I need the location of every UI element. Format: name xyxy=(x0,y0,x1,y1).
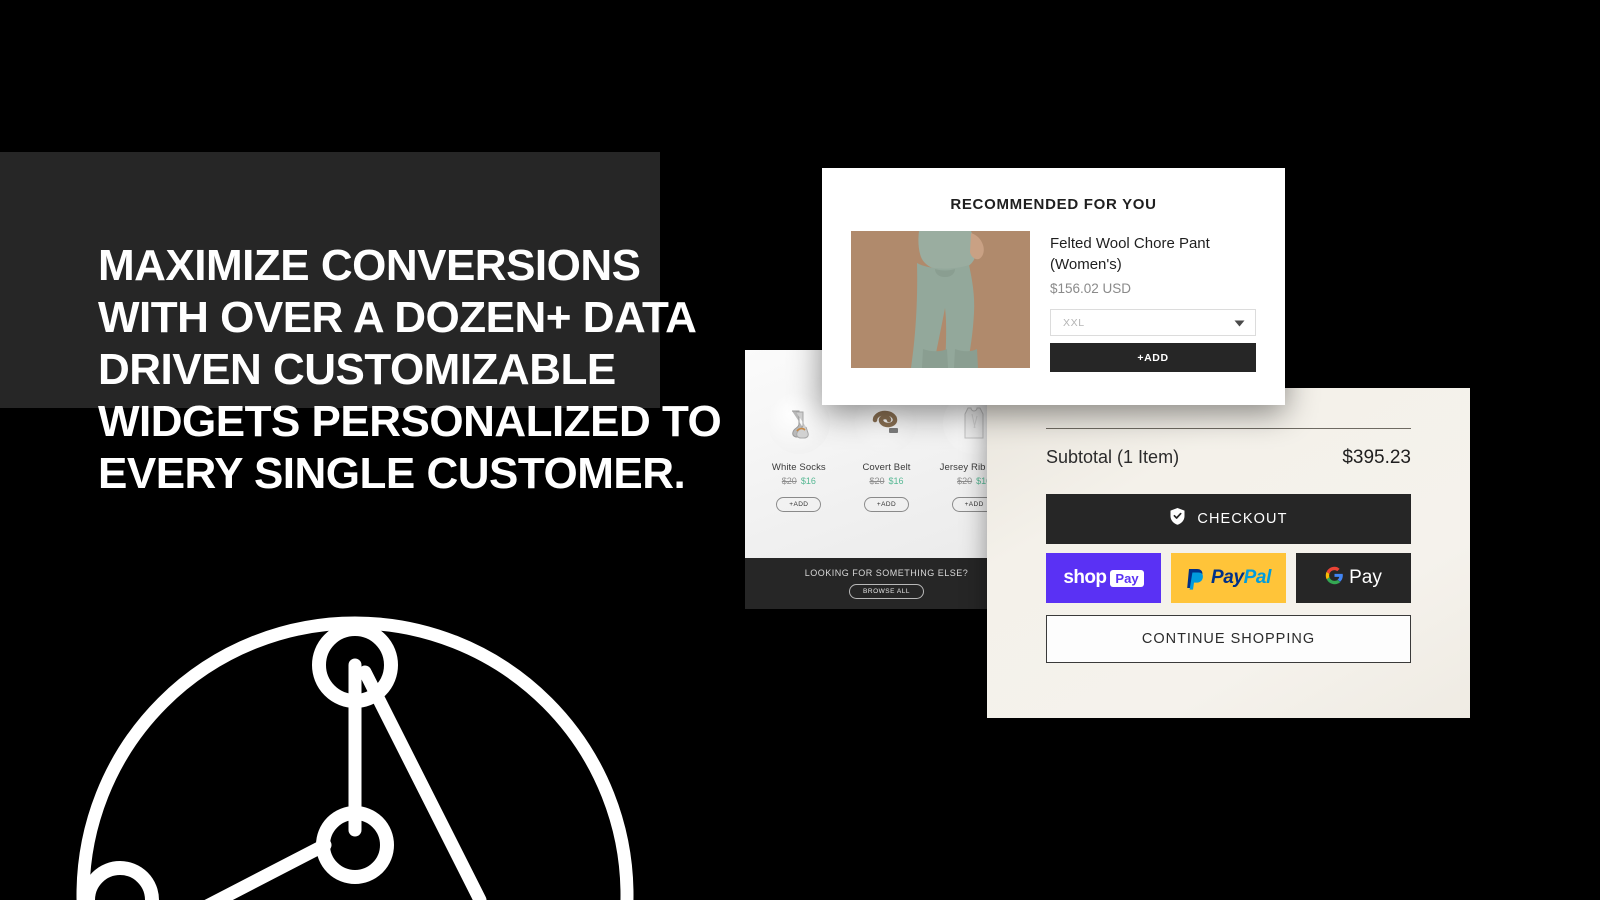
grid-item[interactable]: Covert Belt $20 $16 +ADD xyxy=(846,392,926,512)
grid-item-prices: $20 $16 xyxy=(846,476,926,486)
payment-buttons-row: shop Pay PayPal Pay xyxy=(1046,553,1411,603)
checkout-label: CHECKOUT xyxy=(1197,511,1288,527)
grid-footer: LOOKING FOR SOMETHING ELSE? BROWSE ALL xyxy=(745,558,1028,609)
checkout-button[interactable]: CHECKOUT xyxy=(1046,494,1411,544)
grid-item[interactable]: White Socks $20 $16 +ADD xyxy=(759,392,839,512)
product-image xyxy=(851,231,1030,368)
recommended-card: RECOMMENDED FOR YOU Felted Wool Chore Pa… xyxy=(822,168,1285,405)
grid-footer-label: LOOKING FOR SOMETHING ELSE? xyxy=(804,568,969,578)
price-original: $20 xyxy=(869,476,885,486)
paypal-word-pal: Pal xyxy=(1243,567,1272,588)
shop-pay-pill: Pay xyxy=(1110,569,1144,587)
grid-item-label: White Socks xyxy=(771,462,826,473)
continue-shopping-button[interactable]: CONTINUE SHOPPING xyxy=(1046,615,1411,663)
paypal-word-pay: Pay xyxy=(1211,567,1244,588)
shop-pay-button[interactable]: shop Pay xyxy=(1046,553,1161,603)
continue-shopping-label: CONTINUE SHOPPING xyxy=(1141,631,1316,647)
add-to-cart-button[interactable]: +ADD xyxy=(1050,343,1256,372)
divider xyxy=(1046,428,1411,429)
product-price: $156.02 USD xyxy=(1050,281,1132,296)
google-g-icon xyxy=(1325,566,1344,590)
size-select-value: XXL xyxy=(1063,316,1085,329)
grid-item-label: Covert Belt xyxy=(862,462,911,473)
google-pay-wordmark: Pay xyxy=(1349,567,1382,588)
price-original: $20 xyxy=(781,476,797,486)
price-original: $20 xyxy=(957,476,973,486)
paypal-icon xyxy=(1186,567,1211,590)
shop-pay-wordmark: shop xyxy=(1063,567,1107,588)
subtotal-label: Subtotal (1 Item) xyxy=(1046,447,1180,467)
subtotal-row: Subtotal (1 Item) $395.23 xyxy=(1046,447,1411,469)
add-button[interactable]: +ADD xyxy=(776,497,822,512)
page-title: Maximize conversions with over a dozen+ … xyxy=(98,241,722,498)
socks-icon xyxy=(767,392,830,454)
subtotal-value: $395.23 xyxy=(1342,447,1411,468)
chevron-down-icon xyxy=(1234,314,1245,332)
price-sale: $16 xyxy=(888,476,904,486)
recommended-title: RECOMMENDED FOR YOU xyxy=(950,196,1157,213)
paypal-button[interactable]: PayPal xyxy=(1171,553,1286,603)
grid-item-prices: $20 $16 xyxy=(759,476,839,486)
promotional-banner: Maximize conversions with over a dozen+ … xyxy=(0,0,1600,900)
product-name: Felted Wool Chore Pant (Women's) xyxy=(1050,235,1210,273)
add-button[interactable]: +ADD xyxy=(863,497,910,512)
price-sale: $16 xyxy=(800,476,816,486)
size-select[interactable]: XXL xyxy=(1050,309,1256,336)
network-nodes-graphic xyxy=(60,600,660,900)
add-to-cart-label: +ADD xyxy=(1137,351,1169,364)
google-pay-button[interactable]: Pay xyxy=(1296,553,1411,603)
shield-check-icon xyxy=(1169,507,1186,531)
cart-summary-panel: Subtotal (1 Item) $395.23 CHECKOUT shop P… xyxy=(987,388,1470,718)
browse-all-button[interactable]: BROWSE ALL xyxy=(849,584,924,599)
